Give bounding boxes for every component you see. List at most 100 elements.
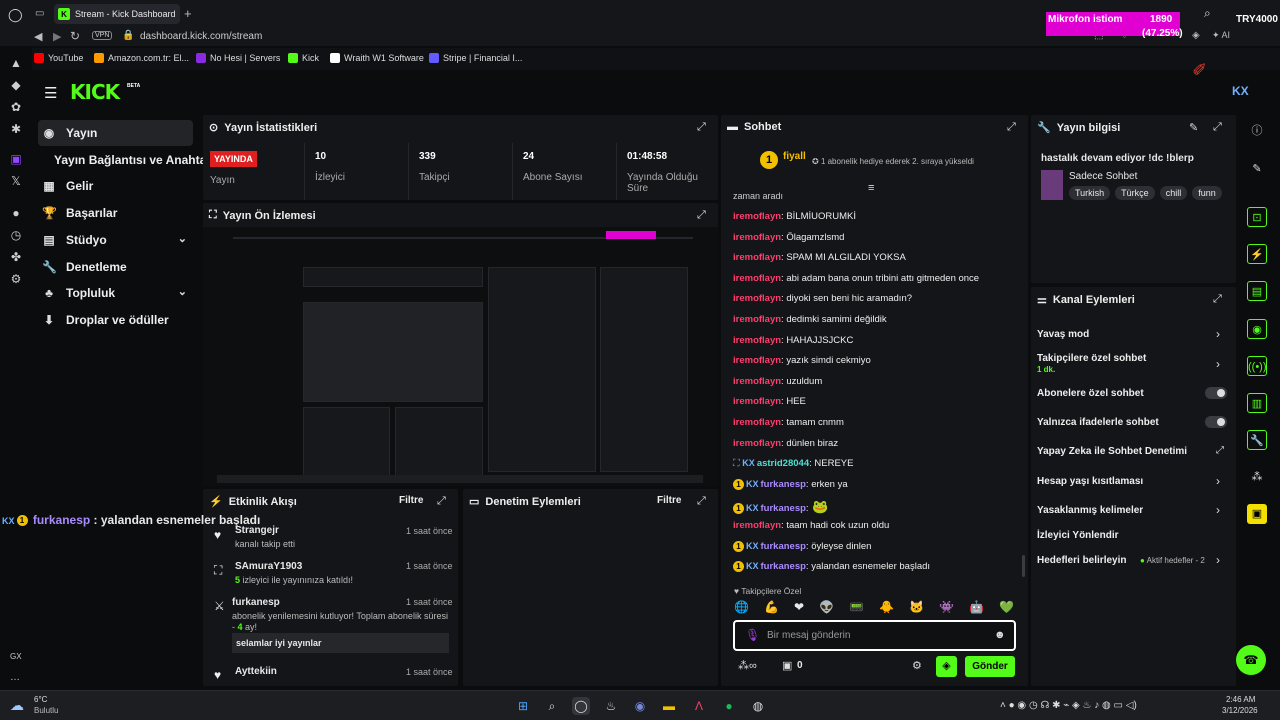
user-avatar[interactable]: KX	[1232, 84, 1249, 98]
bolt-icon[interactable]: ⚡	[1247, 244, 1267, 264]
nav-item-studyo[interactable]: ▤ Stüdyo ⌄	[38, 227, 193, 253]
action-ai-moderation[interactable]: Yapay Zeka ile Sohbet Denetimi	[1037, 446, 1187, 457]
gift-icon[interactable]: ▣	[782, 659, 792, 672]
action-banned-words[interactable]: Yasaklanmış kelimeler	[1037, 505, 1143, 516]
subscribers-only-toggle[interactable]	[1205, 387, 1227, 399]
chat-username[interactable]: iremoflayn	[733, 252, 781, 263]
extensions-sidebar-icon[interactable]: ✤	[9, 250, 23, 264]
chat-username[interactable]: furkanesp	[761, 479, 806, 490]
video-preview[interactable]	[203, 227, 718, 486]
emote-icon[interactable]: 💚	[999, 600, 1014, 616]
action-host-channel[interactable]: İzleyici Yönlendir	[1037, 530, 1119, 541]
emote-icon[interactable]: 🐥	[879, 600, 894, 616]
bookmark-nohesi[interactable]: No Hesi | Servers	[196, 53, 280, 63]
bookmark-kick[interactable]: Kick	[288, 53, 319, 63]
folder-icon[interactable]: ▬	[660, 697, 678, 715]
steam-icon[interactable]: ♨	[602, 697, 620, 715]
nav-item-droplar[interactable]: ⬇ Droplar ve ödüller	[38, 307, 193, 333]
chat-username[interactable]: iremoflayn	[733, 355, 781, 366]
emote-icon[interactable]: 💪	[764, 600, 779, 616]
chevron-right-icon[interactable]: ›	[1216, 503, 1220, 517]
chat-username[interactable]: iremoflayn	[733, 520, 781, 531]
chevron-right-icon[interactable]: ›	[1216, 327, 1220, 341]
bookmark-amazon[interactable]: Amazon.com.tr: El...	[94, 53, 189, 63]
info-icon[interactable]: ⓘ	[1247, 121, 1267, 141]
chat-username[interactable]: furkanesp	[761, 561, 806, 572]
expand-icon[interactable]: ⤢	[1213, 293, 1222, 306]
aria-icon[interactable]: ▲	[9, 56, 23, 70]
nav-item-topluluk[interactable]: ♣ Topluluk ⌄	[38, 280, 193, 306]
filter-button[interactable]: Filtre	[657, 495, 681, 506]
emote-icon[interactable]: 🌐	[734, 600, 749, 616]
reload-icon[interactable]: ↻	[70, 29, 80, 43]
nav-item-yayin[interactable]: ◉ Yayın	[38, 120, 193, 146]
x-twitter-icon[interactable]: 𝕏	[9, 174, 23, 188]
edit-icon[interactable]: ✎	[1189, 121, 1198, 134]
expand-icon[interactable]: ⤢	[697, 121, 706, 134]
gx-corner-icon[interactable]: ✱	[9, 122, 23, 136]
emote-icon[interactable]: 👾	[939, 600, 954, 616]
layout-icon[interactable]: ▥	[1247, 393, 1267, 413]
document-icon[interactable]: ▤	[1247, 281, 1267, 301]
search-icon[interactable]: ⌕	[543, 697, 561, 715]
emote-icon[interactable]: 🐱	[909, 600, 924, 616]
weather-icon[interactable]: ☁	[10, 697, 24, 714]
wrench-icon[interactable]: 🔧	[1247, 430, 1267, 450]
mic-icon[interactable]: 🎙	[745, 628, 760, 642]
extensions-icon[interactable]: ◈	[1192, 30, 1200, 41]
action-followers-only[interactable]: Takipçilere özel sohbet	[1037, 353, 1146, 364]
chat-scrollbar[interactable]	[1022, 555, 1025, 577]
expand-icon[interactable]: ⤢	[1213, 121, 1222, 134]
discord-icon[interactable]: ◉	[631, 697, 649, 715]
gx-control-icon[interactable]: ◆	[9, 78, 23, 92]
chat-settings-icon[interactable]: ⚙	[912, 659, 922, 672]
tag[interactable]: Türkçe	[1115, 186, 1155, 200]
back-icon[interactable]: ◀	[34, 30, 42, 43]
trophy-icon[interactable]: ▣	[1247, 504, 1267, 524]
chat-username[interactable]: iremoflayn	[733, 273, 781, 284]
expand-icon[interactable]: ⤢	[1007, 121, 1016, 134]
spotify-icon[interactable]: ●	[9, 206, 23, 220]
url-field[interactable]: dashboard.kick.com/stream	[140, 31, 262, 42]
ai-button[interactable]: ✦ AI	[1212, 30, 1230, 41]
community-icon[interactable]: ⁂	[1247, 467, 1267, 487]
chat-username[interactable]: iremoflayn	[733, 314, 781, 325]
chevron-right-icon[interactable]: ›	[1216, 553, 1220, 567]
broadcast-icon[interactable]: ((•))	[1247, 356, 1267, 376]
tag[interactable]: chill	[1159, 186, 1188, 200]
obs-icon[interactable]: ◍	[749, 697, 767, 715]
emote-icon[interactable]: ❤	[794, 600, 804, 616]
chat-username[interactable]: iremoflayn	[733, 335, 781, 346]
forward-icon[interactable]: ▶	[53, 30, 61, 43]
external-link-icon[interactable]: ⤢	[1216, 445, 1224, 456]
expand-icon[interactable]: ⤢	[697, 495, 706, 508]
tab-manager-icon[interactable]: ▭	[35, 8, 44, 19]
tray-icons[interactable]: ˄ ● ◉ ◷ ☊ ✱ ⌁ ◈ ♨ ♪ ◍ ▭ ◁)	[1000, 700, 1137, 711]
filter-button[interactable]: Filtre	[399, 495, 423, 506]
chat-username[interactable]: furkanesp	[761, 503, 806, 514]
nav-item-stream-key[interactable]: Yayın Bağlantısı ve Anahtarı	[50, 147, 214, 173]
emoji-icon[interactable]: ☻	[994, 629, 1006, 641]
hamburger-menu-icon[interactable]: ☰	[44, 84, 57, 102]
pinned-user[interactable]: fiyall	[783, 151, 806, 162]
more-icon[interactable]: …	[10, 672, 20, 683]
tag[interactable]: Turkish	[1069, 186, 1111, 200]
category-name[interactable]: Sadece Sohbet	[1069, 171, 1137, 182]
activity-user[interactable]: furkanesp	[232, 597, 280, 608]
bookmark-wraith[interactable]: Wraith W1 Software	[330, 53, 424, 63]
chat-username[interactable]: iremoflayn	[733, 438, 781, 449]
chat-username[interactable]: furkanesp	[761, 541, 806, 552]
pencil-icon[interactable]: ✎	[1247, 159, 1267, 179]
chevron-right-icon[interactable]: ›	[1216, 357, 1220, 371]
chat-username[interactable]: iremoflayn	[733, 232, 781, 243]
chat-bubble-icon[interactable]: ◉	[1247, 319, 1267, 339]
chat-username[interactable]: iremoflayn	[733, 211, 781, 222]
action-set-goals[interactable]: Hedefleri belirleyin	[1037, 555, 1126, 566]
emote-icon[interactable]: 🤖	[969, 600, 984, 616]
chat-username[interactable]: iremoflayn	[733, 417, 781, 428]
gx-mods-icon[interactable]: ✿	[9, 100, 23, 114]
app-icon[interactable]: Λ	[690, 697, 708, 715]
kick-logo[interactable]: KICK	[70, 80, 120, 104]
bookmark-youtube[interactable]: YouTube	[34, 53, 83, 63]
emotes-only-toggle[interactable]	[1205, 416, 1227, 428]
